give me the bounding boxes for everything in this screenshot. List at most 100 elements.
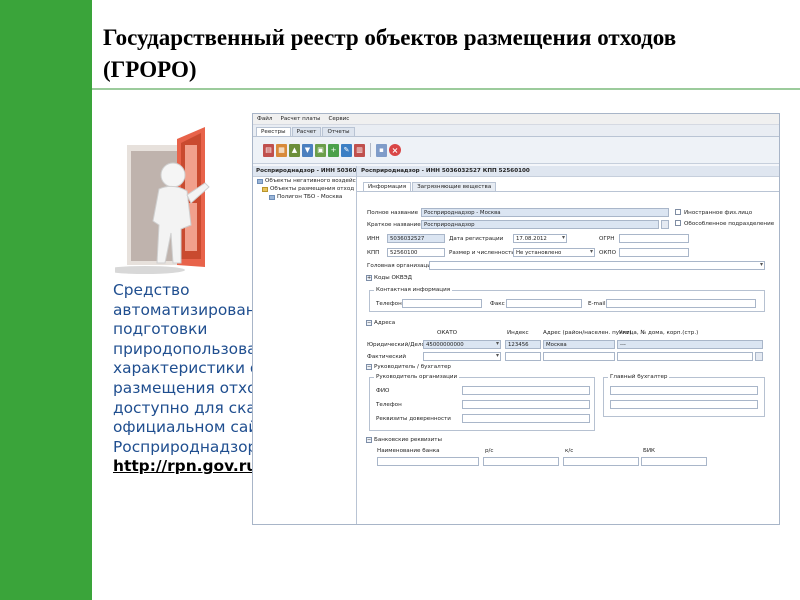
email-label: E-mail [588,301,606,307]
okato-column: ОКАТО [437,330,458,336]
menu-service[interactable]: Сервис [328,116,349,122]
details-tabs: Информация Загрязняющие вещества [357,177,779,192]
details-panel: Росприроднадзор - ИНН 5036032527 КПП 525… [357,166,779,524]
head-group-title: Руководитель организации [374,374,460,380]
phone-label: Телефон [376,301,402,307]
actual-okato-field[interactable] [423,352,501,361]
toolbar-separator [370,143,371,157]
tab-reports[interactable]: Отчеты [322,127,355,136]
phone-field[interactable] [402,299,482,308]
head-org-label: Головная организация [367,263,435,269]
reg-date-label: Дата регистрации [449,236,504,242]
street-column: Улица, № дома, корп.(стр.) [619,330,699,336]
menu-file[interactable]: Файл [257,116,272,122]
collapse-icon: − [366,437,372,443]
addresses-label: Адреса [374,320,396,326]
foreign-checkbox[interactable] [675,209,681,215]
fax-field[interactable] [506,299,582,308]
tree-item-objects[interactable]: Объекты негативного воздейс [253,177,356,185]
actual-street-field[interactable] [617,352,753,361]
tab-information[interactable]: Информация [363,182,412,191]
reg-date-field[interactable]: 17.08.2012 [513,234,567,243]
index-column: Индекс [507,330,529,336]
actual-index-field[interactable] [505,352,541,361]
street-field[interactable]: --- [617,340,763,349]
actual-address-label: Фактический [367,354,406,360]
new-icon[interactable]: ▤ [263,143,274,157]
contact-group-title: Контактная информация [374,287,453,293]
bik-field[interactable] [641,457,707,466]
managers-section[interactable]: − Руководитель / бухгалтер [366,364,451,370]
node-icon [257,178,263,184]
tab-bar: Реестры Расчет Отчеты [253,125,779,137]
export-icon[interactable]: ▼ [302,143,313,157]
head-group: Руководитель организации ФИО Телефон Рек… [369,374,595,431]
print-icon[interactable]: ▣ [315,143,326,157]
registry-tree: Росприроднадзор - ИНН 50360 Объекты нега… [253,166,357,524]
groro-app-window: Файл Расчет платы Сервис Реестры Расчет … [252,113,780,525]
size-label: Размер и численность [449,250,515,256]
tree-item-landfill[interactable]: Полигон ТБО - Москва [253,193,356,201]
head-phone-field[interactable] [462,400,590,409]
title-divider [92,88,800,90]
power-field[interactable] [462,414,590,423]
kpp-label: КПП [367,250,380,256]
tree-item-waste-objects[interactable]: Объекты размещения отход [253,185,356,193]
cancel-icon[interactable]: × [389,144,401,156]
okpo-label: ОКПО [599,250,616,256]
tab-registries[interactable]: Реестры [256,127,291,136]
bik-column: БИК [643,448,655,454]
accountant-fio-field[interactable] [610,386,758,395]
tab-pollutants[interactable]: Загрязняющие вещества [412,182,497,191]
city-field[interactable]: Москва [543,340,615,349]
actual-address-button[interactable] [755,352,763,361]
ogrn-field[interactable] [619,234,689,243]
head-fio-label: ФИО [376,388,390,394]
folder-icon [262,186,268,192]
import-icon[interactable]: ▲ [289,143,300,157]
expand-icon: + [366,275,372,281]
size-select[interactable]: Не установлено [513,248,595,257]
node-icon [269,194,275,200]
menu-payment[interactable]: Расчет платы [280,116,320,122]
accountant-phone-field[interactable] [610,400,758,409]
report-icon[interactable]: ▥ [354,143,365,157]
ogrn-label: ОГРН [599,236,615,242]
bank-section[interactable]: − Банковские реквизиты [366,437,442,443]
kpp-field[interactable]: 52560100 [387,248,445,257]
index-field[interactable]: 123456 [505,340,541,349]
okved-section[interactable]: + Коды ОКВЭД [366,275,412,281]
full-name-field[interactable]: Росприроднадзор - Москва [421,208,669,217]
details-header: Росприроднадзор - ИНН 5036032527 КПП 525… [357,166,779,177]
menu-bar: Файл Расчет платы Сервис [253,114,779,125]
short-name-field[interactable]: Росприроднадзор [421,220,659,229]
head-org-select[interactable] [429,261,765,270]
full-name-label: Полное название [367,210,419,216]
okato-field[interactable]: 45000000000 [423,340,501,349]
email-field[interactable] [606,299,756,308]
add-icon[interactable]: + [328,143,339,157]
addresses-section[interactable]: − Адреса [366,320,395,326]
ks-field[interactable] [563,457,639,466]
short-name-button[interactable] [661,220,669,229]
head-phone-label: Телефон [376,402,402,408]
separate-label: Обособленное подразделение [684,221,775,227]
bank-name-field[interactable] [377,457,479,466]
copy-icon[interactable]: ▦ [276,143,287,157]
fax-label: Факс [490,301,505,307]
rs-field[interactable] [483,457,559,466]
inn-field[interactable]: 5036032527 [387,234,445,243]
edit-icon[interactable]: ✎ [341,143,352,157]
tab-calculation[interactable]: Расчет [291,127,322,136]
okpo-field[interactable] [619,248,689,257]
save-icon[interactable]: ▪ [376,143,387,157]
separate-checkbox[interactable] [675,220,681,226]
actual-city-field[interactable] [543,352,615,361]
slide-title: Государственный реестр объектов размещен… [103,25,677,82]
head-fio-field[interactable] [462,386,590,395]
door-figure-illustration [115,127,210,274]
okved-label: Коды ОКВЭД [374,275,412,281]
tree-item-label: Объекты негативного воздейс [265,178,356,184]
tree-item-label: Полигон ТБО - Москва [277,194,343,200]
accountant-group: Главный бухгалтер [603,374,765,417]
